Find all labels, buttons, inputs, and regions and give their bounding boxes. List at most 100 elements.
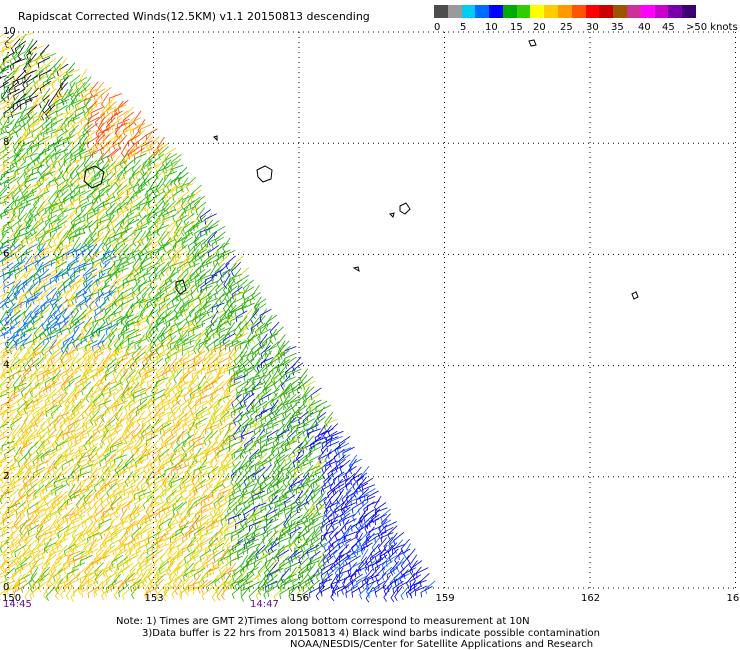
- lat-label: 0: [3, 582, 9, 593]
- wind-barb: [267, 584, 279, 598]
- wind-barb: [381, 566, 393, 581]
- wind-barb: [125, 375, 134, 391]
- wind-barb: [392, 561, 404, 575]
- wind-barb: [187, 238, 200, 251]
- time-label: 14:47: [250, 599, 279, 610]
- wind-barb: [2, 272, 14, 287]
- wind-barb: [190, 560, 199, 576]
- wind-barb: [26, 196, 40, 207]
- wind-barb: [92, 556, 105, 569]
- wind-barb: [10, 417, 22, 430]
- wind-barb: [190, 531, 202, 545]
- island: [528, 39, 537, 47]
- wind-barb: [78, 206, 87, 222]
- wind-barb: [45, 452, 57, 467]
- wind-barb: [171, 248, 183, 263]
- wind-barb: [216, 320, 229, 333]
- wind-barb: [130, 430, 142, 444]
- wind-barb: [145, 500, 154, 517]
- wind-barb: [92, 249, 105, 261]
- wind-barb: [106, 287, 118, 301]
- wind-barb: [198, 274, 211, 285]
- wind-barb: [120, 321, 129, 337]
- lon-label: 165: [727, 593, 740, 604]
- wind-barb: [419, 573, 430, 587]
- wind-barb: [209, 393, 220, 408]
- lat-label: 10: [3, 26, 16, 37]
- lon-label: 156: [290, 593, 309, 604]
- wind-barbs: [0, 32, 436, 603]
- wind-barb: [110, 448, 123, 462]
- wind-barb: [107, 518, 115, 535]
- wind-barb: [174, 231, 183, 247]
- wind-barb: [214, 231, 226, 245]
- wind-barb: [416, 567, 429, 579]
- wind-barb: [126, 406, 136, 422]
- note-line-3: NOAA/NESDIS/Center for Satellite Applica…: [290, 639, 594, 650]
- wind-barb: [22, 434, 34, 448]
- wind-barb: [64, 286, 74, 302]
- wind-barb: [7, 230, 16, 247]
- wind-barb: [46, 495, 58, 509]
- wind-barb: [83, 279, 93, 295]
- wind-barb: [228, 435, 242, 447]
- wind-barb: [82, 98, 92, 114]
- note-line-1: Note: 1) Times are GMT 2)Times along bot…: [116, 616, 530, 627]
- wind-barb: [112, 542, 123, 557]
- wind-barb: [45, 269, 58, 281]
- wind-barb: [85, 340, 98, 352]
- wind-barb: [242, 322, 255, 334]
- island: [352, 266, 360, 273]
- wind-barb: [88, 315, 99, 331]
- wind-barb: [389, 532, 398, 548]
- wind-barb: [327, 566, 339, 581]
- wind-barb: [22, 334, 32, 349]
- wind-barb: [165, 304, 178, 316]
- wind-barb: [19, 507, 32, 519]
- wind-barb: [230, 555, 243, 567]
- wind-barb: [104, 392, 116, 406]
- wind-barb: [274, 520, 286, 534]
- wind-barb: [114, 122, 124, 138]
- wind-barb: [105, 441, 118, 455]
- wind-barb: [33, 341, 44, 356]
- wind-barb: [194, 310, 207, 323]
- wind-barb: [192, 338, 202, 355]
- wind-barb: [190, 189, 202, 203]
- wind-barb: [38, 308, 50, 322]
- wind-barb: [398, 548, 411, 561]
- wind-barb: [317, 554, 327, 570]
- wind-barb: [135, 543, 148, 556]
- wind-barb: [189, 332, 202, 346]
- wind-barb: [182, 418, 195, 431]
- wind-barb: [33, 220, 45, 235]
- wind-barb: [390, 586, 399, 603]
- island: [399, 202, 411, 215]
- wind-barb: [140, 400, 153, 412]
- wind-barb: [124, 116, 136, 131]
- wind-barb: [315, 525, 326, 540]
- island: [631, 291, 639, 300]
- wind-barb: [393, 531, 405, 546]
- wind-barb: [181, 323, 194, 335]
- wind-map: 1086420150153156159162165 14:45 14:47: [0, 26, 740, 610]
- wind-barb: [253, 356, 261, 373]
- wind-barb: [14, 382, 27, 393]
- wind-barb: [327, 508, 338, 523]
- wind-barb: [81, 404, 92, 419]
- wind-barb: [45, 381, 58, 394]
- wind-barb: [213, 225, 226, 238]
- wind-barb: [117, 99, 129, 114]
- wind-barb: [113, 520, 124, 535]
- wind-barb: [13, 260, 26, 274]
- wind-barb: [345, 536, 358, 549]
- wind-barb: [229, 441, 242, 452]
- wind-barb: [259, 393, 271, 406]
- wind-barb: [0, 297, 8, 305]
- wind-barb: [330, 430, 344, 442]
- wind-barb: [66, 62, 76, 78]
- wind-barb: [115, 100, 124, 116]
- wind-barb: [109, 207, 122, 220]
- lat-lon-grid: [7, 31, 736, 589]
- wind-barb: [56, 513, 68, 527]
